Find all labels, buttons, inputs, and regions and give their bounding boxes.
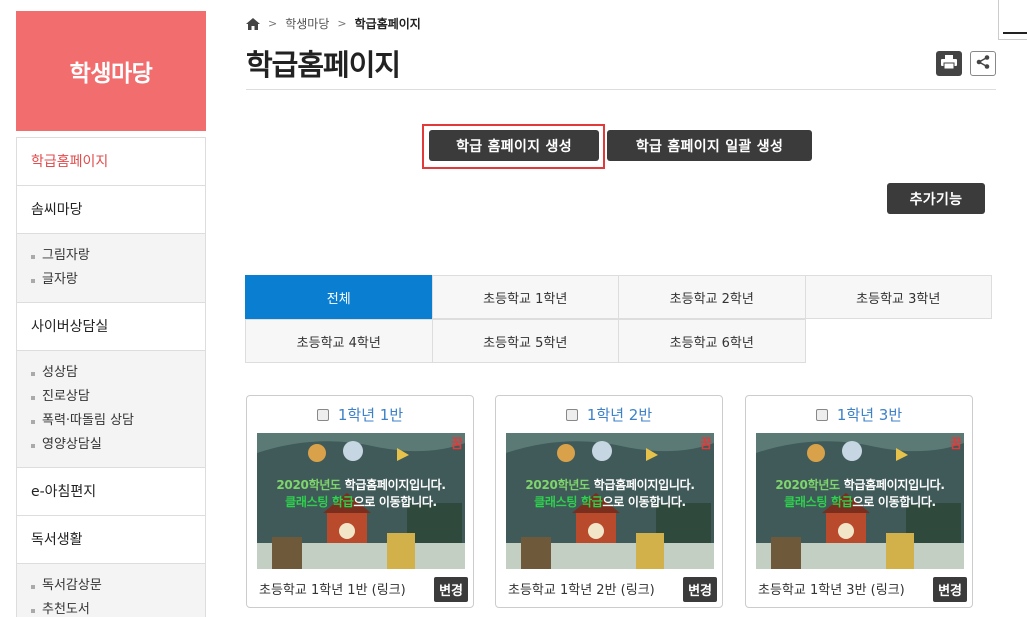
card-checkbox[interactable] <box>565 408 578 421</box>
breadcrumb-separator-icon: > <box>268 17 278 30</box>
card-title: 1학년 3반 <box>746 404 972 425</box>
breadcrumb-separator-icon: > <box>337 17 347 30</box>
extra-features-button[interactable]: 추가기능 <box>887 183 985 214</box>
sidebar-subitem-book-review[interactable]: 독서감상문 <box>31 574 205 598</box>
sidebar-submenu-counseling: 성상담 진로상담 폭력·따돌림 상담 영양상담실 <box>17 351 205 468</box>
card-thumbnail[interactable]: 2020학년도 학급홈페이지입니다. 클래스팅 학급으로 이동합니다. 꿈 <box>257 433 465 569</box>
breadcrumb: > 학생마당 > 학급홈페이지 <box>246 15 421 32</box>
tab-grade-6[interactable]: 초등학교 6학년 <box>618 319 806 363</box>
class-card: 1학년 2반 2020학년도 학급홈페이지입니다. 클래스팅 학급으로 이동합니… <box>495 395 723 608</box>
tab-grade-3[interactable]: 초등학교 3학년 <box>804 275 992 319</box>
sidebar-subitem-writing[interactable]: 글자랑 <box>31 268 205 292</box>
title-divider <box>246 89 996 90</box>
card-title: 1학년 2반 <box>496 404 722 425</box>
sidebar: 학생마당 학급홈페이지 솜씨마당 그림자랑 글자랑 사이버상담실 성상담 진로상… <box>16 11 206 617</box>
card-title-link[interactable]: 1학년 1반 <box>338 404 403 425</box>
change-button[interactable]: 변경 <box>683 577 717 602</box>
batch-create-class-homepage-button[interactable]: 학급 홈페이지 일괄 생성 <box>607 130 812 161</box>
tab-grade-5[interactable]: 초등학교 5학년 <box>431 319 619 363</box>
card-title: 1학년 1반 <box>247 404 473 425</box>
floating-widget[interactable] <box>998 0 1027 40</box>
sidebar-subitem-recommended-books[interactable]: 추천도서 <box>31 598 205 617</box>
tab-empty-cell <box>805 319 993 363</box>
thumbnail-corner-label: 꿈 <box>950 437 962 452</box>
page-root: 학생마당 학급홈페이지 솜씨마당 그림자랑 글자랑 사이버상담실 성상담 진로상… <box>0 0 1027 617</box>
class-card: 1학년 1반 2020학년도 학급홈페이지입니다. 클래스팅 학급으로 이동합니… <box>246 395 474 608</box>
card-title-link[interactable]: 1학년 2반 <box>587 404 652 425</box>
class-card: 1학년 3반 2020학년도 학급홈페이지입니다. 클래스팅 학급으로 이동합니… <box>745 395 973 608</box>
change-button[interactable]: 변경 <box>933 577 967 602</box>
page-title: 학급홈페이지 <box>246 48 401 82</box>
sidebar-title: 학생마당 <box>16 11 206 131</box>
thumbnail-text-line2: 클래스팅 학급으로 이동합니다. <box>534 495 686 509</box>
sidebar-submenu-talent: 그림자랑 글자랑 <box>17 234 205 303</box>
tab-grade-4[interactable]: 초등학교 4학년 <box>245 319 433 363</box>
tab-grade-1[interactable]: 초등학교 1학년 <box>431 275 619 319</box>
share-icon <box>976 54 990 73</box>
tab-row: 초등학교 4학년 초등학교 5학년 초등학교 6학년 <box>245 319 996 364</box>
tab-row: 전체 초등학교 1학년 초등학교 2학년 초등학교 3학년 <box>245 275 996 320</box>
sidebar-submenu-reading: 독서감상문 추천도서 <box>17 564 205 617</box>
sidebar-subitem-drawing[interactable]: 그림자랑 <box>31 244 205 268</box>
card-footer-link[interactable]: 초등학교 1학년 3반 (링크) <box>758 579 905 598</box>
widget-bar <box>1003 32 1027 34</box>
sidebar-subitem-nutrition[interactable]: 영양상담실 <box>31 433 205 457</box>
card-thumbnail[interactable]: 2020학년도 학급홈페이지입니다. 클래스팅 학급으로 이동합니다. 꿈 <box>506 433 714 569</box>
thumbnail-corner-label: 꿈 <box>700 437 712 452</box>
sidebar-subitem-sex-counseling[interactable]: 성상담 <box>31 361 205 385</box>
sidebar-item-reading[interactable]: 독서생활 <box>17 516 205 564</box>
share-button[interactable] <box>970 51 996 76</box>
card-footer-link[interactable]: 초등학교 1학년 1반 (링크) <box>259 579 406 598</box>
print-icon <box>941 54 957 73</box>
thumbnail-text-line1: 2020학년도 학급홈페이지입니다. <box>276 478 446 492</box>
create-class-homepage-button[interactable]: 학급 홈페이지 생성 <box>429 130 599 161</box>
card-checkbox[interactable] <box>316 408 329 421</box>
thumbnail-text-line1: 2020학년도 학급홈페이지입니다. <box>525 478 695 492</box>
sidebar-menu: 학급홈페이지 솜씨마당 그림자랑 글자랑 사이버상담실 성상담 진로상담 폭력·… <box>16 137 206 617</box>
sidebar-item-talent[interactable]: 솜씨마당 <box>17 186 205 234</box>
tab-all[interactable]: 전체 <box>245 275 433 319</box>
card-footer-link[interactable]: 초등학교 1학년 2반 (링크) <box>508 579 655 598</box>
thumbnail-text-line1: 2020학년도 학급홈페이지입니다. <box>775 478 945 492</box>
sidebar-subitem-career-counseling[interactable]: 진로상담 <box>31 385 205 409</box>
print-button[interactable] <box>936 51 962 76</box>
thumbnail-text-line2: 클래스팅 학급으로 이동합니다. <box>784 495 936 509</box>
sidebar-subitem-violence-counseling[interactable]: 폭력·따돌림 상담 <box>31 409 205 433</box>
grade-tabs: 전체 초등학교 1학년 초등학교 2학년 초등학교 3학년 초등학교 4학년 초… <box>245 275 996 364</box>
thumbnail-corner-label: 꿈 <box>451 437 463 452</box>
sidebar-item-morning-letter[interactable]: e-아침편지 <box>17 468 205 516</box>
home-icon[interactable] <box>246 17 260 30</box>
card-title-link[interactable]: 1학년 3반 <box>837 404 902 425</box>
change-button[interactable]: 변경 <box>434 577 468 602</box>
card-thumbnail[interactable]: 2020학년도 학급홈페이지입니다. 클래스팅 학급으로 이동합니다. 꿈 <box>756 433 964 569</box>
tab-grade-2[interactable]: 초등학교 2학년 <box>618 275 806 319</box>
breadcrumb-student-yard[interactable]: 학생마당 <box>285 15 329 32</box>
sidebar-item-class-homepage[interactable]: 학급홈페이지 <box>17 138 205 186</box>
breadcrumb-current: 학급홈페이지 <box>354 17 421 31</box>
thumbnail-text-line2: 클래스팅 학급으로 이동합니다. <box>285 495 437 509</box>
card-checkbox[interactable] <box>815 408 828 421</box>
sidebar-item-counseling[interactable]: 사이버상담실 <box>17 303 205 351</box>
